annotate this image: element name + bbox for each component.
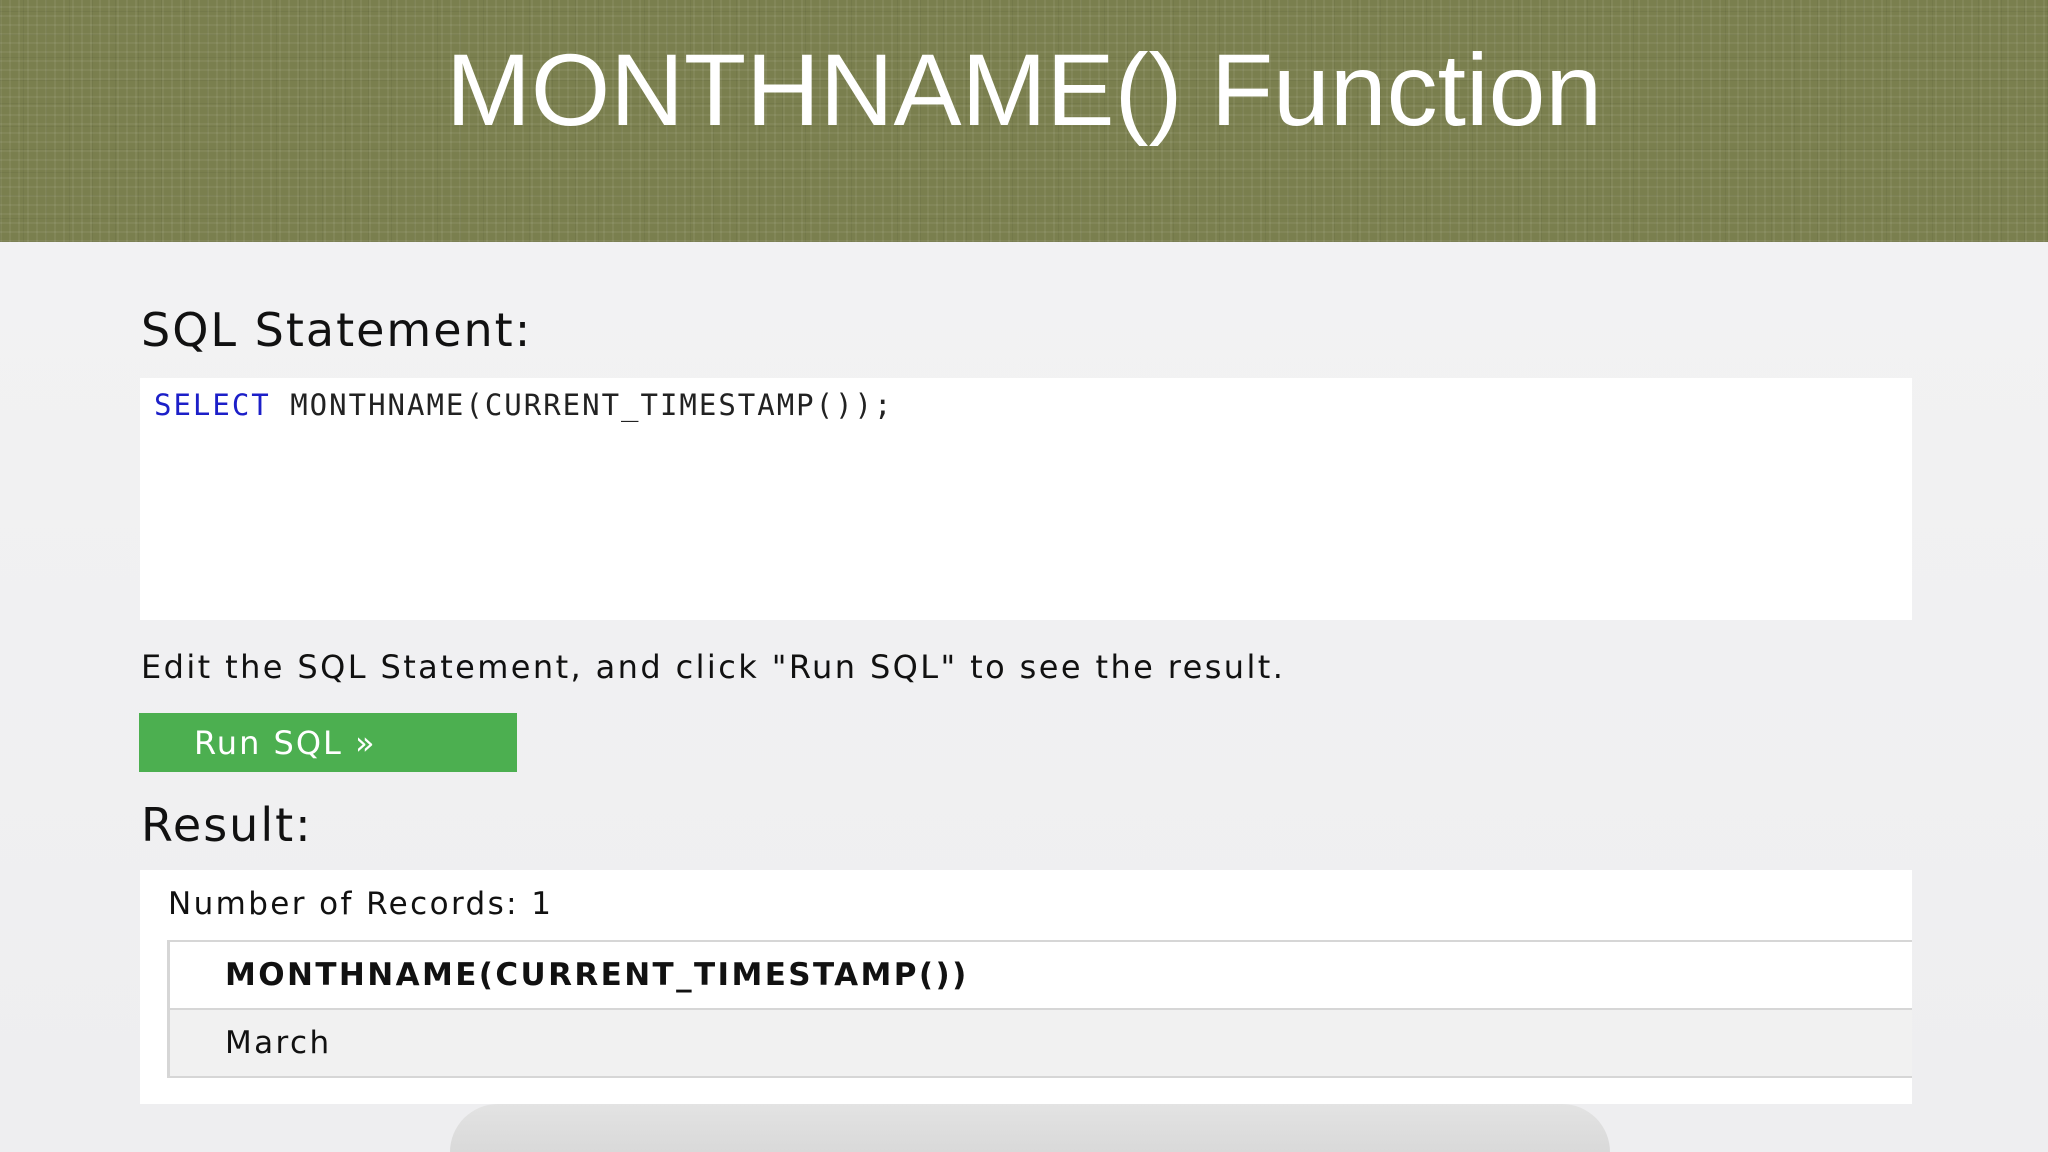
result-heading: Result: — [141, 798, 313, 852]
result-panel: Number of Records: 1 MONTHNAME(CURRENT_T… — [140, 870, 1912, 1104]
table-cell: March — [168, 1009, 1912, 1078]
record-count: Number of Records: 1 — [168, 886, 554, 922]
sql-code: MONTHNAME(CURRENT_TIMESTAMP()); — [270, 388, 894, 422]
sql-editor[interactable]: SELECT MONTHNAME(CURRENT_TIMESTAMP()); — [140, 378, 1912, 620]
decorative-shape — [450, 1104, 1610, 1152]
title-banner: MONTHNAME() Function — [0, 0, 2048, 242]
table-header-row: MONTHNAME(CURRENT_TIMESTAMP()) — [168, 941, 1912, 1010]
result-table: MONTHNAME(CURRENT_TIMESTAMP()) March — [167, 940, 1912, 1078]
run-sql-button[interactable]: Run SQL » — [139, 713, 517, 772]
instruction-text: Edit the SQL Statement, and click "Run S… — [141, 648, 1286, 686]
column-header: MONTHNAME(CURRENT_TIMESTAMP()) — [168, 941, 1912, 1010]
slide-title: MONTHNAME() Function — [445, 33, 1603, 147]
sql-statement-heading: SQL Statement: — [141, 303, 533, 357]
table-row: March — [168, 1009, 1912, 1078]
sql-keyword: SELECT — [154, 388, 271, 422]
